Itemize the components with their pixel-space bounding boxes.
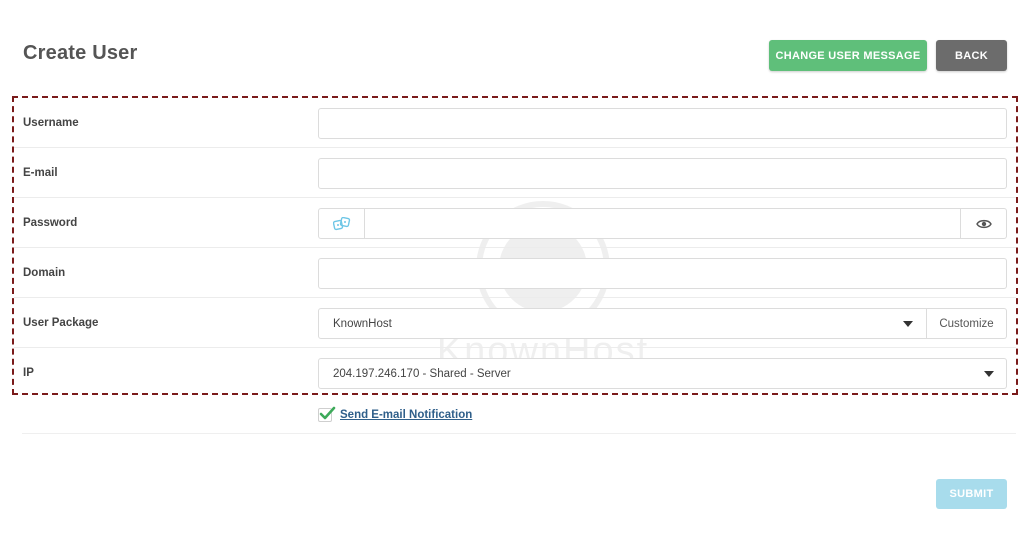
email-row: E-mail [14,148,1016,198]
user-package-selected: KnownHost [333,317,392,330]
chevron-down-icon [903,321,913,327]
dice-icon [332,216,350,230]
password-row: Password [14,198,1016,248]
email-label: E-mail [23,167,58,179]
submit-button[interactable]: SUBMIT [936,479,1007,509]
domain-input[interactable] [318,258,1007,289]
user-package-label: User Package [23,317,99,329]
password-label: Password [23,217,78,229]
ip-label: IP [23,367,34,379]
generate-password-button[interactable] [319,209,365,238]
email-notification-link[interactable]: Send E-mail Notification [340,409,472,421]
password-input[interactable] [366,209,960,238]
ip-selected: 204.197.246.170 - Shared - Server [333,367,511,380]
domain-row: Domain [14,248,1016,298]
username-row: Username [14,98,1016,148]
ip-row: IP 204.197.246.170 - Shared - Server [14,348,1016,398]
user-package-row: User Package KnownHost Customize [14,298,1016,348]
checkmark-icon [319,406,336,420]
divider [22,433,1016,434]
customize-package-button[interactable]: Customize [927,308,1007,339]
username-input[interactable] [318,108,1007,139]
back-button[interactable]: BACK [936,40,1007,71]
domain-label: Domain [23,267,66,279]
user-package-select[interactable]: KnownHost [318,308,927,339]
username-label: Username [23,117,79,129]
email-notification-checkbox[interactable] [318,406,336,422]
email-input[interactable] [318,158,1007,189]
email-notification-option[interactable]: Send E-mail Notification [318,406,472,424]
eye-icon [975,219,992,228]
toggle-password-visibility-button[interactable] [960,209,1006,238]
page-title: Create User [23,42,138,64]
password-field [318,208,1007,239]
ip-select[interactable]: 204.197.246.170 - Shared - Server [318,358,1007,389]
chevron-down-icon [984,371,994,377]
change-user-message-button[interactable]: CHANGE USER MESSAGE [769,40,927,71]
